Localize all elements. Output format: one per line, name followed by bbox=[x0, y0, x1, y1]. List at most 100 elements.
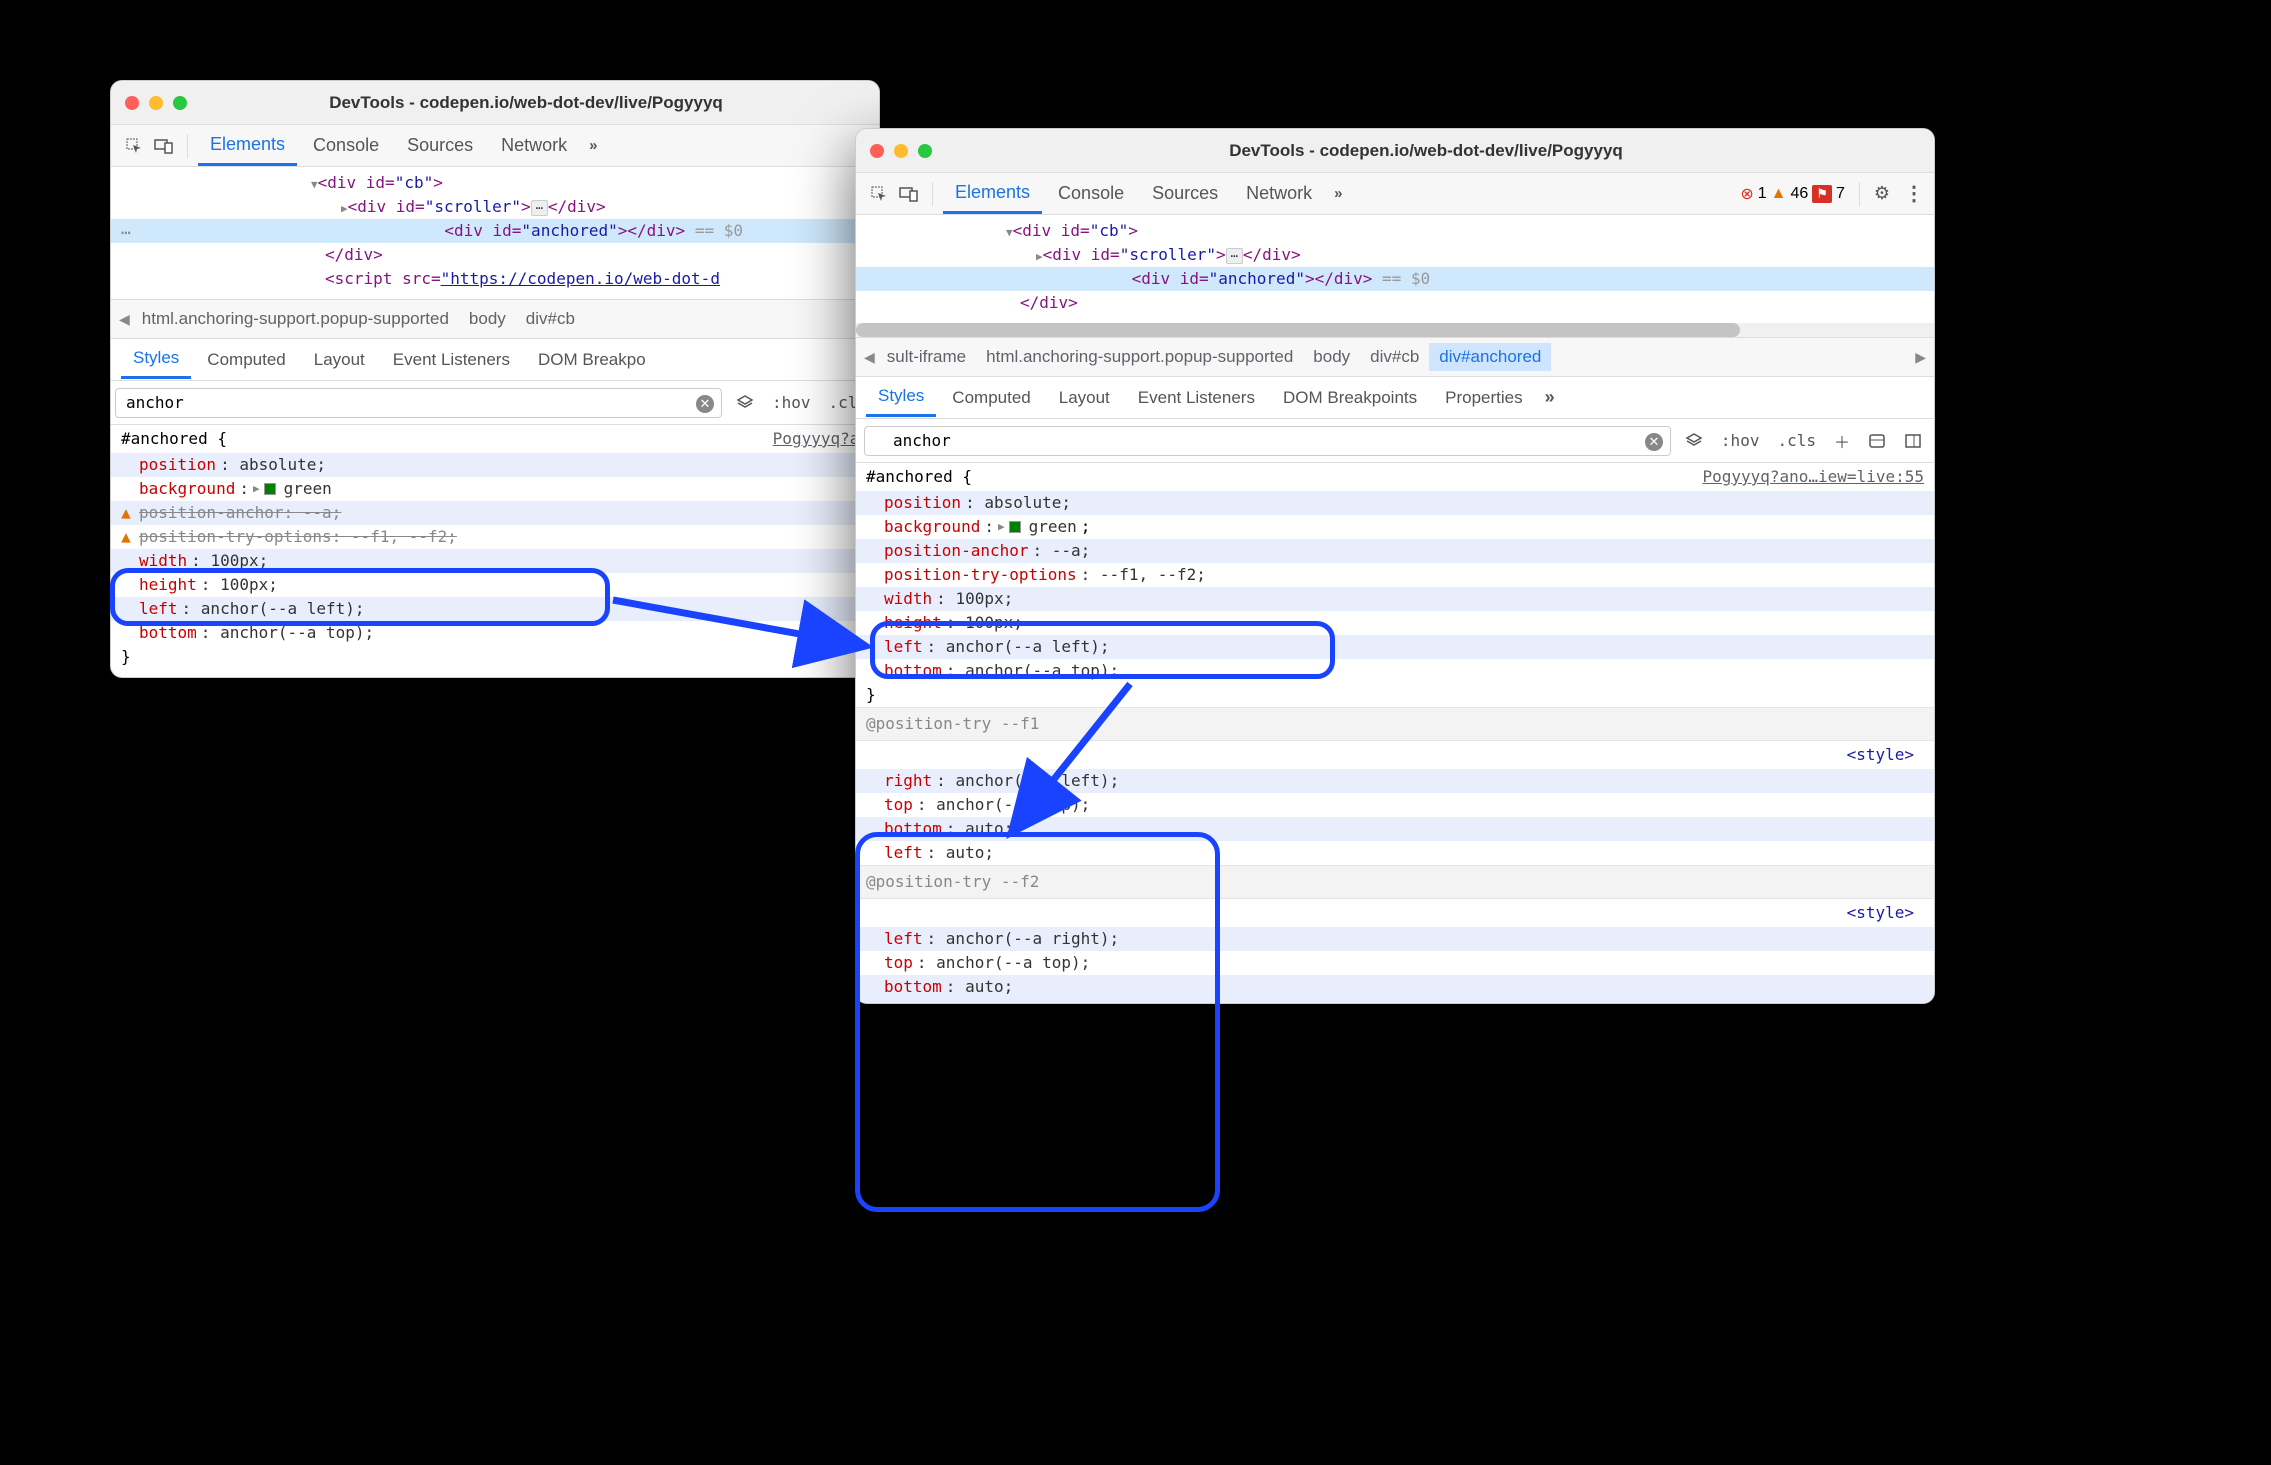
subtab-dom-breakpoints[interactable]: DOM Breakpoints bbox=[1271, 380, 1429, 416]
kebab-menu-icon[interactable]: ⋮ bbox=[1904, 181, 1924, 206]
minimize-icon[interactable] bbox=[149, 96, 163, 110]
layers-icon[interactable] bbox=[732, 390, 758, 416]
subtabs-overflow-icon[interactable]: » bbox=[1539, 387, 1561, 408]
css-declaration[interactable]: bottom: anchor(--a top); bbox=[111, 621, 879, 645]
info-icon[interactable]: ⚑ bbox=[1812, 185, 1832, 203]
tab-network[interactable]: Network bbox=[1234, 175, 1324, 212]
css-declaration[interactable]: bottom: auto; bbox=[856, 975, 1934, 1003]
cls-toggle[interactable]: .cls bbox=[1773, 429, 1820, 452]
css-declaration[interactable]: left: auto; bbox=[856, 841, 1934, 865]
subtab-layout[interactable]: Layout bbox=[1047, 380, 1122, 416]
clear-filter-icon[interactable]: ✕ bbox=[696, 395, 714, 413]
device-toggle-icon[interactable] bbox=[896, 181, 922, 207]
styles-filter-input[interactable] bbox=[864, 426, 1671, 456]
source-link[interactable]: <style> bbox=[1847, 901, 1924, 925]
tab-elements[interactable]: Elements bbox=[198, 126, 297, 166]
css-declaration[interactable]: right: anchor(--a left); bbox=[856, 769, 1934, 793]
styles-pane[interactable]: #anchored {Pogyyyq?an position: absolute… bbox=[111, 425, 879, 677]
chevron-right-icon[interactable]: ▶ bbox=[1913, 349, 1928, 366]
subtab-layout[interactable]: Layout bbox=[302, 342, 377, 378]
source-link[interactable]: Pogyyyq?ano…iew=live:55 bbox=[1702, 465, 1924, 489]
crumb-body[interactable]: body bbox=[459, 305, 516, 333]
tab-network[interactable]: Network bbox=[489, 127, 579, 164]
css-declaration[interactable]: position-try-options: --f1, --f2; bbox=[856, 563, 1934, 587]
css-declaration[interactable]: bottom: anchor(--a top); bbox=[856, 659, 1934, 683]
css-declaration[interactable]: top: anchor(--a top); bbox=[856, 793, 1934, 817]
crumb-html[interactable]: html.anchoring-support.popup-supported bbox=[132, 305, 459, 333]
dom-node-selected[interactable]: <div id="anchored"></div> == $0 bbox=[111, 219, 879, 243]
css-declaration[interactable]: left: anchor(--a left); bbox=[111, 597, 879, 621]
titlebar[interactable]: DevTools - codepen.io/web-dot-dev/live/P… bbox=[111, 81, 879, 125]
dom-node[interactable]: ▶<div id="scroller">⋯</div> bbox=[916, 243, 1934, 267]
subtab-event-listeners[interactable]: Event Listeners bbox=[1126, 380, 1267, 416]
css-declaration[interactable]: position: absolute; bbox=[111, 453, 879, 477]
dom-node[interactable]: </div> bbox=[171, 243, 879, 267]
subtab-computed[interactable]: Computed bbox=[940, 380, 1042, 416]
breadcrumb[interactable]: ◀ sult-iframe html.anchoring-support.pop… bbox=[856, 337, 1934, 377]
tabs-overflow-icon[interactable]: » bbox=[1328, 185, 1348, 202]
subtab-event-listeners[interactable]: Event Listeners bbox=[381, 342, 522, 378]
hov-toggle[interactable]: :hov bbox=[1717, 429, 1764, 452]
crumb-iframe[interactable]: sult-iframe bbox=[877, 343, 976, 371]
css-declaration[interactable]: left: anchor(--a right); bbox=[856, 927, 1934, 951]
tab-sources[interactable]: Sources bbox=[1140, 175, 1230, 212]
rule-selector[interactable]: #anchored { bbox=[866, 465, 972, 489]
rule-selector[interactable]: #anchored { bbox=[121, 427, 227, 451]
panel-toggle-icon[interactable] bbox=[1900, 428, 1926, 454]
color-swatch-icon[interactable] bbox=[1009, 521, 1021, 533]
position-try-rule-header[interactable]: @position-try --f2 bbox=[856, 865, 1934, 899]
dom-node[interactable]: </div> bbox=[916, 291, 1934, 315]
crumb-body[interactable]: body bbox=[1303, 343, 1360, 371]
css-declaration[interactable]: height: 100px; bbox=[856, 611, 1934, 635]
elements-dom-tree[interactable]: ▼<div id="cb"> ▶<div id="scroller">⋯</di… bbox=[856, 215, 1934, 323]
dom-node-selected[interactable]: <div id="anchored"></div> == $0 bbox=[856, 267, 1934, 291]
maximize-icon[interactable] bbox=[918, 144, 932, 158]
titlebar[interactable]: DevTools - codepen.io/web-dot-dev/live/P… bbox=[856, 129, 1934, 173]
device-toggle-icon[interactable] bbox=[151, 133, 177, 159]
css-declaration-invalid[interactable]: ▲position-try-options: --f1, --f2; bbox=[111, 525, 879, 549]
css-declaration[interactable]: height: 100px; bbox=[111, 573, 879, 597]
computed-toggle-icon[interactable] bbox=[1864, 428, 1890, 454]
subtab-computed[interactable]: Computed bbox=[195, 342, 297, 378]
subtab-styles[interactable]: Styles bbox=[121, 340, 191, 379]
css-declaration[interactable]: width: 100px; bbox=[111, 549, 879, 573]
css-declaration[interactable]: top: anchor(--a top); bbox=[856, 951, 1934, 975]
crumb-anchored[interactable]: div#anchored bbox=[1429, 343, 1551, 371]
crumb-cb[interactable]: div#cb bbox=[516, 305, 585, 333]
tab-sources[interactable]: Sources bbox=[395, 127, 485, 164]
css-declaration[interactable]: width: 100px; bbox=[856, 587, 1934, 611]
traffic-lights[interactable] bbox=[870, 144, 932, 158]
tabs-overflow-icon[interactable]: » bbox=[583, 137, 603, 154]
dom-node[interactable]: ▼<div id="cb"> bbox=[171, 171, 879, 195]
settings-gear-icon[interactable]: ⚙ bbox=[1874, 183, 1890, 204]
chevron-left-icon[interactable]: ◀ bbox=[862, 349, 877, 366]
close-icon[interactable] bbox=[125, 96, 139, 110]
position-try-rule-header[interactable]: @position-try --f1 bbox=[856, 707, 1934, 741]
color-swatch-icon[interactable] bbox=[264, 483, 276, 495]
subtab-styles[interactable]: Styles bbox=[866, 378, 936, 417]
traffic-lights[interactable] bbox=[125, 96, 187, 110]
issue-counters[interactable]: ⊗1 ▲46 ⚑7 bbox=[1740, 184, 1845, 204]
tab-console[interactable]: Console bbox=[1046, 175, 1136, 212]
inspect-icon[interactable] bbox=[866, 181, 892, 207]
styles-filter-input[interactable] bbox=[115, 388, 722, 418]
minimize-icon[interactable] bbox=[894, 144, 908, 158]
crumb-html[interactable]: html.anchoring-support.popup-supported bbox=[976, 343, 1303, 371]
warning-icon[interactable]: ▲ bbox=[1771, 185, 1787, 203]
hov-toggle[interactable]: :hov bbox=[768, 391, 815, 414]
elements-dom-tree[interactable]: ▼<div id="cb"> ▶<div id="scroller">⋯</di… bbox=[111, 167, 879, 299]
styles-pane[interactable]: #anchored { Pogyyyq?ano…iew=live:55 posit… bbox=[856, 463, 1934, 1003]
css-declaration[interactable]: position: absolute; bbox=[856, 491, 1934, 515]
layers-icon[interactable] bbox=[1681, 428, 1707, 454]
css-declaration[interactable]: position-anchor: --a; bbox=[856, 539, 1934, 563]
tab-elements[interactable]: Elements bbox=[943, 174, 1042, 214]
dom-node[interactable]: ▶<div id="scroller">⋯</div> bbox=[171, 195, 879, 219]
error-icon[interactable]: ⊗ bbox=[1740, 184, 1753, 204]
css-declaration[interactable]: left: anchor(--a left); bbox=[856, 635, 1934, 659]
css-declaration[interactable]: bottom: auto; bbox=[856, 817, 1934, 841]
chevron-left-icon[interactable]: ◀ bbox=[117, 311, 132, 328]
maximize-icon[interactable] bbox=[173, 96, 187, 110]
tab-console[interactable]: Console bbox=[301, 127, 391, 164]
css-declaration[interactable]: background: ▶ green bbox=[111, 477, 879, 501]
horizontal-scrollbar[interactable] bbox=[856, 323, 1934, 337]
